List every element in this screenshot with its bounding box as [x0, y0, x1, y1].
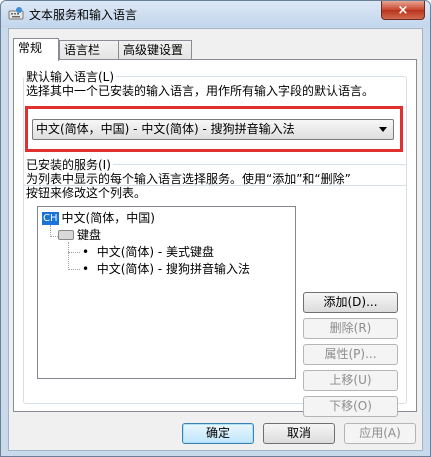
- tree-node-language-label: 中文(简体，中国): [61, 211, 155, 225]
- move-up-button[interactable]: 上移(U): [303, 370, 398, 391]
- tree-node-language[interactable]: CH 中文(简体，中国): [42, 211, 155, 226]
- keyboard-app-icon: [8, 7, 24, 20]
- tab-advanced-key-settings[interactable]: 高级键设置: [118, 40, 192, 60]
- tree-node-service[interactable]: • 中文(简体) - 搜狗拼音输入法: [82, 262, 250, 277]
- cancel-button[interactable]: 取消: [263, 423, 335, 444]
- bullet-icon: •: [82, 262, 90, 276]
- tree-connector: [68, 242, 69, 270]
- tree-node-service-label: 中文(简体) - 搜狗拼音输入法: [96, 262, 251, 276]
- tree-node-keyboard-label: 键盘: [77, 228, 102, 242]
- language-badge: CH: [42, 212, 59, 225]
- remove-button[interactable]: 删除(R): [303, 318, 398, 339]
- tree-connector: [68, 252, 80, 253]
- dialog-window: 文本服务和输入语言 × 常规 语言栏 高级键设置 默认输入语言(L) 选择其中一…: [0, 0, 431, 457]
- default-language-group-label: 默认输入语言(L): [24, 68, 117, 85]
- tab-language-bar-label: 语言栏: [64, 43, 101, 57]
- tree-node-keyboard[interactable]: 键盘: [58, 228, 101, 243]
- installed-services-description-line2: 按钮来修改这个列表。: [26, 186, 147, 200]
- default-language-select[interactable]: 中文(简体，中国) - 中文(简体) - 搜狗拼音输入法: [32, 119, 394, 140]
- close-icon: ×: [397, 2, 409, 18]
- tree-node-service-label: 中文(简体) - 美式键盘: [96, 245, 215, 259]
- chevron-down-icon: [379, 127, 387, 132]
- ok-button[interactable]: 确定: [182, 423, 254, 444]
- move-down-button[interactable]: 下移(O): [303, 396, 398, 417]
- installed-services-group-label: 已安装的服务(I): [24, 156, 113, 173]
- tree-connector: [68, 269, 80, 270]
- properties-button[interactable]: 属性(P)...: [303, 344, 398, 365]
- keyboard-icon: [58, 230, 74, 240]
- tab-general-label: 常规: [18, 41, 43, 55]
- default-language-select-value: 中文(简体，中国) - 中文(简体) - 搜狗拼音输入法: [36, 122, 295, 136]
- tab-language-bar[interactable]: 语言栏: [59, 40, 119, 60]
- title-bar[interactable]: 文本服务和输入语言 ×: [1, 1, 430, 27]
- window-title: 文本服务和输入语言: [29, 8, 138, 22]
- tab-general[interactable]: 常规: [13, 38, 59, 61]
- add-button[interactable]: 添加(D)...: [303, 292, 398, 313]
- tree-connector: [50, 236, 58, 237]
- installed-services-tree[interactable]: CH 中文(简体，中国) 键盘 • 中文(简体) - 美式键盘 • 中文(简体) …: [37, 206, 296, 379]
- close-button[interactable]: ×: [381, 1, 425, 20]
- dialog-client: 常规 语言栏 高级键设置 默认输入语言(L) 选择其中一个已安装的输入语言，用作…: [8, 28, 423, 451]
- default-language-description: 选择其中一个已安装的输入语言，用作所有输入字段的默认语言。: [26, 84, 375, 98]
- tree-node-service[interactable]: • 中文(简体) - 美式键盘: [82, 245, 214, 260]
- tab-advanced-key-settings-label: 高级键设置: [123, 43, 184, 57]
- tab-panel-general: 默认输入语言(L) 选择其中一个已安装的输入语言，用作所有输入字段的默认语言。 …: [13, 59, 417, 417]
- bullet-icon: •: [82, 245, 90, 259]
- apply-button[interactable]: 应用(A): [344, 423, 416, 444]
- installed-services-description-line1: 为列表中显示的每个输入语言选择服务。使用“添加”和“删除”: [26, 172, 351, 186]
